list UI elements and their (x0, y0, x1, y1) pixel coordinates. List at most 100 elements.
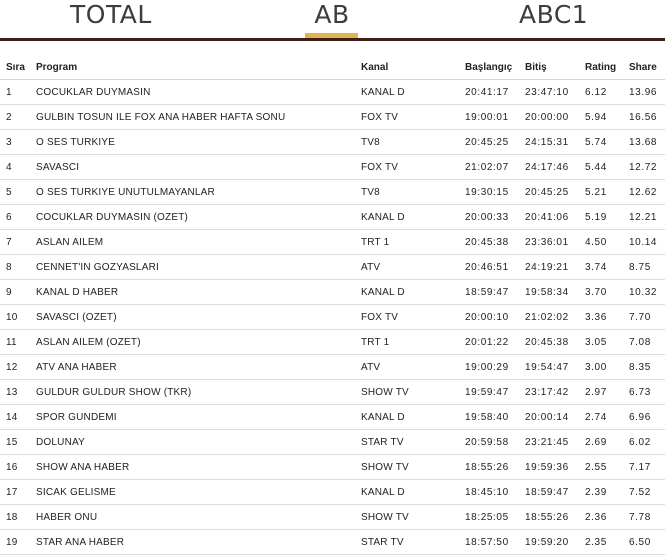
cell-share: 13.96 (629, 79, 665, 105)
cell-program: ASLAN AILEM (OZET) (36, 329, 361, 355)
cell-baslangic: 20:59:58 (465, 429, 525, 455)
cell-kanal: KANAL D (361, 479, 465, 505)
cell-sira: 10 (0, 304, 36, 330)
cell-baslangic: 18:25:05 (465, 504, 525, 530)
cell-bitis: 21:02:02 (525, 304, 585, 330)
cell-baslangic: 19:58:40 (465, 404, 525, 430)
cell-sira: 8 (0, 254, 36, 280)
header-kanal: Kanal (361, 55, 465, 80)
cell-sira: 17 (0, 479, 36, 505)
cell-sira: 16 (0, 454, 36, 480)
cell-sira: 13 (0, 379, 36, 405)
cell-program: COCUKLAR DUYMASIN (OZET) (36, 204, 361, 230)
cell-program: SAVASCI (OZET) (36, 304, 361, 330)
cell-rating: 5.19 (585, 204, 629, 230)
cell-sira: 3 (0, 129, 36, 155)
cell-kanal: KANAL D (361, 404, 465, 430)
table-row: 13 GULDUR GULDUR SHOW (TKR) SHOW TV 19:59:4… (0, 379, 665, 405)
cell-kanal: FOX TV (361, 104, 465, 130)
cell-kanal: TV8 (361, 129, 465, 155)
cell-kanal: ATV (361, 354, 465, 380)
cell-bitis: 23:21:45 (525, 429, 585, 455)
cell-sira: 7 (0, 229, 36, 255)
cell-rating: 4.50 (585, 229, 629, 255)
cell-rating: 2.36 (585, 504, 629, 530)
cell-rating: 3.36 (585, 304, 629, 330)
cell-share: 7.08 (629, 329, 665, 355)
cell-sira: 15 (0, 429, 36, 455)
cell-share: 12.21 (629, 204, 665, 230)
table-row: 19 STAR ANA HABER STAR TV 18:57:50 19:59:20 2… (0, 529, 665, 555)
cell-rating: 2.69 (585, 429, 629, 455)
cell-share: 8.75 (629, 254, 665, 280)
cell-bitis: 18:59:47 (525, 479, 585, 505)
cell-sira: 12 (0, 354, 36, 380)
tab-total[interactable]: TOTAL (70, 0, 152, 36)
cell-program: KANAL D HABER (36, 279, 361, 305)
cell-bitis: 19:54:47 (525, 354, 585, 380)
cell-bitis: 23:17:42 (525, 379, 585, 405)
cell-baslangic: 20:41:17 (465, 79, 525, 105)
cell-kanal: KANAL D (361, 79, 465, 105)
cell-kanal: STAR TV (361, 429, 465, 455)
table-row: 15 DOLUNAY STAR TV 20:59:58 23:21:45 2.69 6.02 (0, 429, 665, 455)
cell-sira: 19 (0, 529, 36, 555)
cell-program: DOLUNAY (36, 429, 361, 455)
cell-sira: 18 (0, 504, 36, 530)
audience-tabs: TOTAL AB ABC1 (0, 0, 665, 38)
cell-program: ATV ANA HABER (36, 354, 361, 380)
cell-rating: 2.97 (585, 379, 629, 405)
cell-share: 12.62 (629, 179, 665, 205)
tab-ab[interactable]: AB (306, 0, 358, 36)
cell-bitis: 23:36:01 (525, 229, 585, 255)
table-row: 16 SHOW ANA HABER SHOW TV 18:55:26 19:59:36 2… (0, 454, 665, 480)
table-row: 18 HABER ONU SHOW TV 18:25:05 18:55:26 2.36 7.… (0, 504, 665, 530)
cell-sira: 9 (0, 279, 36, 305)
cell-rating: 5.74 (585, 129, 629, 155)
cell-bitis: 18:55:26 (525, 504, 585, 530)
cell-bitis: 24:15:31 (525, 129, 585, 155)
cell-kanal: FOX TV (361, 154, 465, 180)
cell-share: 6.73 (629, 379, 665, 405)
cell-rating: 5.94 (585, 104, 629, 130)
cell-baslangic: 18:55:26 (465, 454, 525, 480)
table-row: 17 SICAK GELISME KANAL D 18:45:10 18:59:47 2.… (0, 479, 665, 505)
cell-rating: 2.39 (585, 479, 629, 505)
table-header-row: Sıra Program Kanal Başlangıç Bitiş Ratin… (0, 55, 665, 80)
table-row: 14 SPOR GUNDEMI KANAL D 19:58:40 20:00:14 2.7… (0, 404, 665, 430)
cell-kanal: SHOW TV (361, 379, 465, 405)
cell-sira: 14 (0, 404, 36, 430)
cell-share: 7.78 (629, 504, 665, 530)
cell-share: 7.17 (629, 454, 665, 480)
cell-kanal: TRT 1 (361, 329, 465, 355)
table-row: 1 COCUKLAR DUYMASIN KANAL D 20:41:17 23:47:1… (0, 79, 665, 105)
cell-share: 10.32 (629, 279, 665, 305)
cell-share: 7.70 (629, 304, 665, 330)
cell-baslangic: 19:30:15 (465, 179, 525, 205)
table-row: 11 ASLAN AILEM (OZET) TRT 1 20:01:22 20:45:3… (0, 329, 665, 355)
cell-bitis: 19:59:20 (525, 529, 585, 555)
table-row: 4 SAVASCI FOX TV 21:02:07 24:17:46 5.44 12.72 (0, 154, 665, 180)
cell-rating: 3.70 (585, 279, 629, 305)
cell-baslangic: 18:59:47 (465, 279, 525, 305)
cell-rating: 3.74 (585, 254, 629, 280)
cell-kanal: STAR TV (361, 529, 465, 555)
cell-kanal: TRT 1 (361, 229, 465, 255)
cell-share: 13.68 (629, 129, 665, 155)
cell-baslangic: 20:46:51 (465, 254, 525, 280)
cell-kanal: SHOW TV (361, 504, 465, 530)
cell-rating: 5.44 (585, 154, 629, 180)
cell-program: STAR ANA HABER (36, 529, 361, 555)
header-program: Program (36, 55, 361, 80)
cell-baslangic: 20:00:33 (465, 204, 525, 230)
cell-baslangic: 20:00:10 (465, 304, 525, 330)
cell-rating: 6.12 (585, 79, 629, 105)
cell-share: 6.02 (629, 429, 665, 455)
header-baslangic: Başlangıç (465, 55, 525, 80)
cell-share: 6.96 (629, 404, 665, 430)
cell-rating: 2.74 (585, 404, 629, 430)
tab-abc1[interactable]: ABC1 (519, 0, 588, 36)
cell-sira: 6 (0, 204, 36, 230)
cell-program: ASLAN AILEM (36, 229, 361, 255)
cell-kanal: SHOW TV (361, 454, 465, 480)
